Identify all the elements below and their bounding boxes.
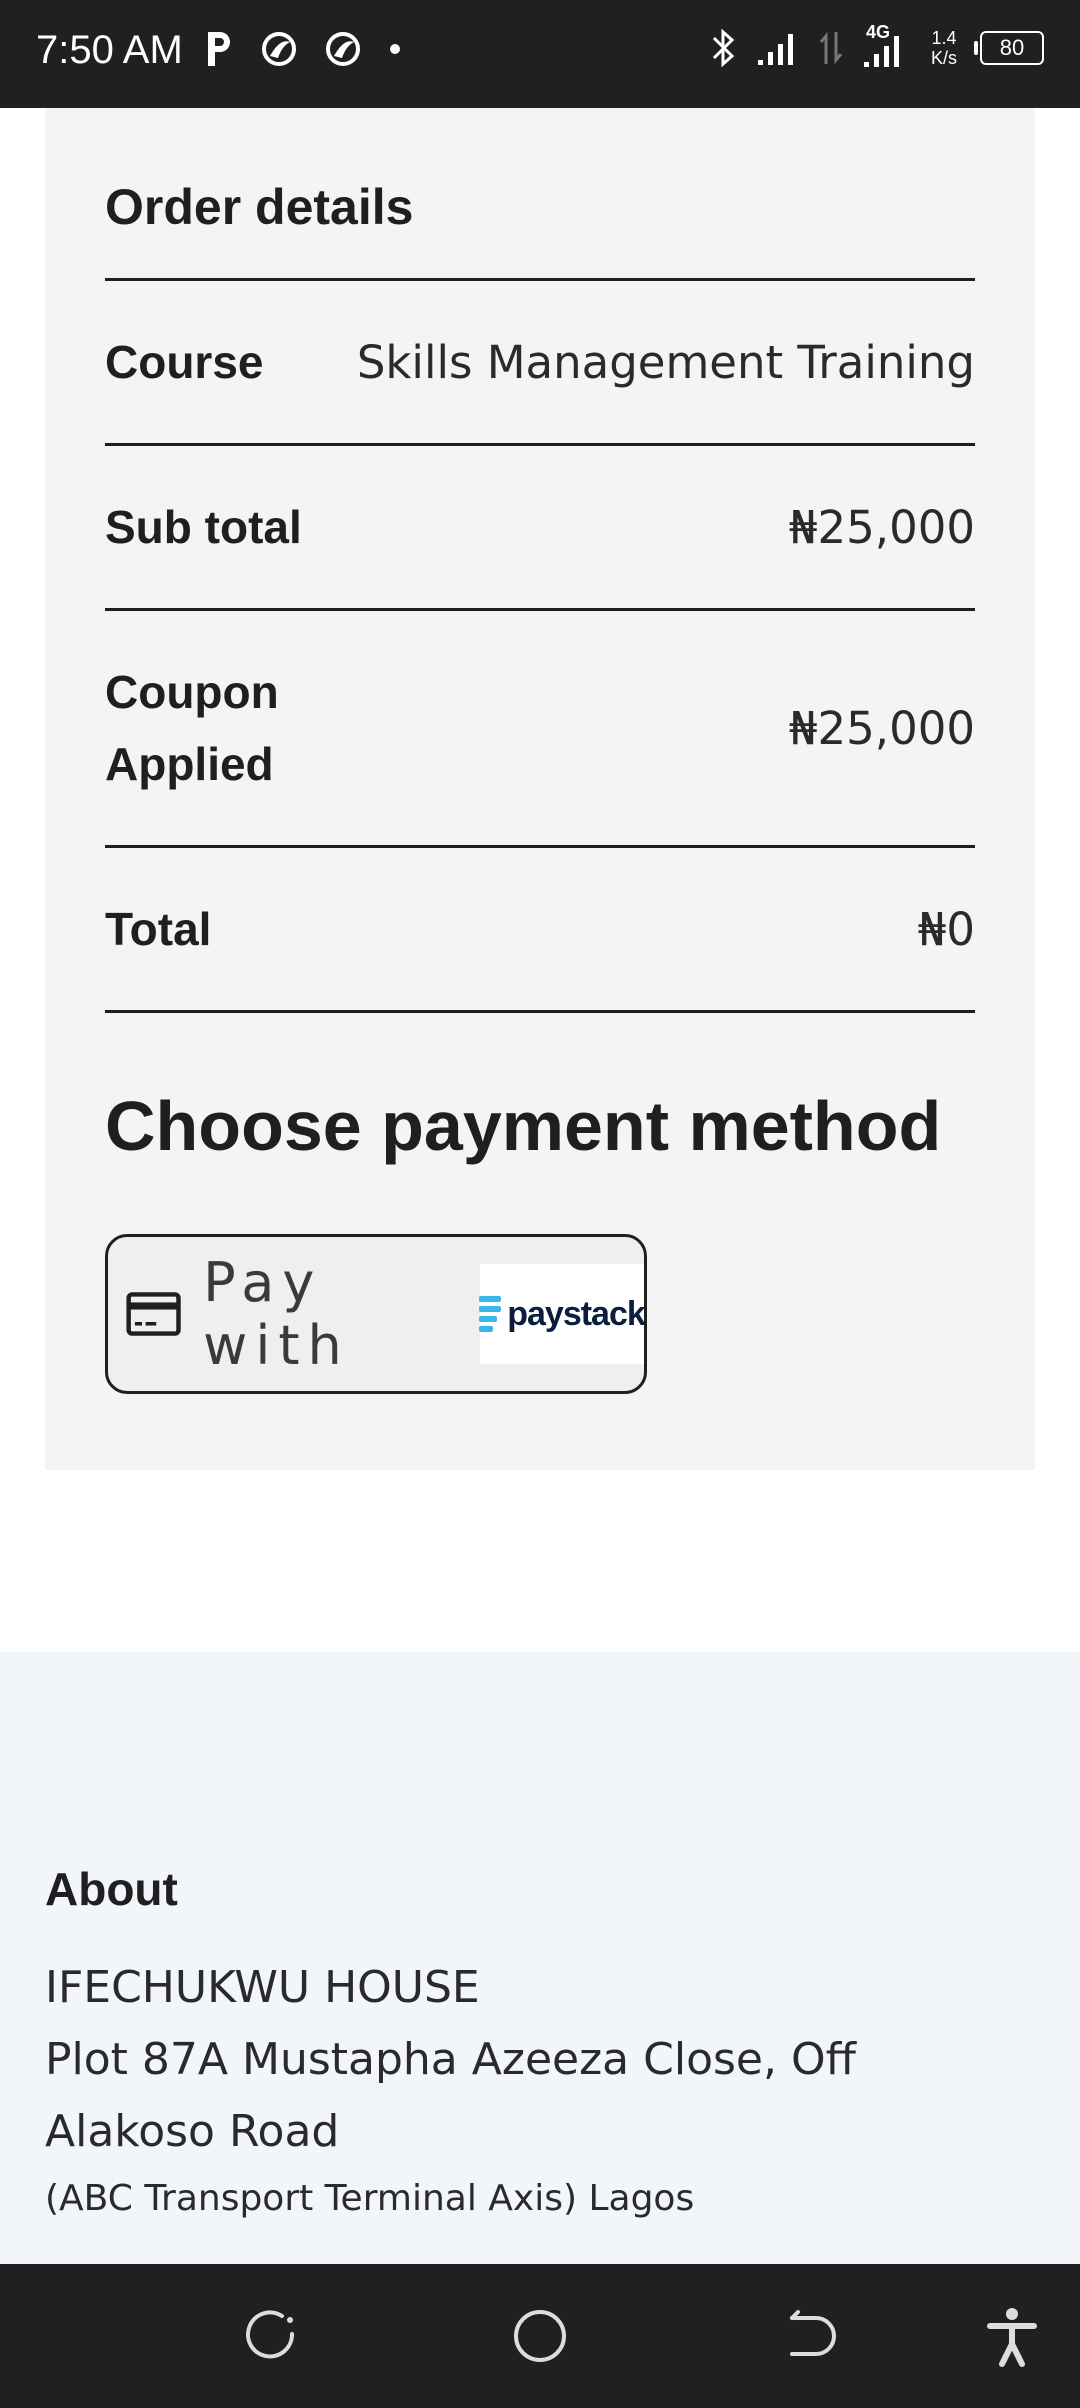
- net-speed-unit: K/s: [930, 48, 957, 68]
- order-details-title: Order details: [105, 179, 414, 235]
- address-line: IFECHUKWU HOUSE: [45, 1962, 480, 2013]
- paystack-logo-text: paystack: [507, 1294, 646, 1333]
- address-line: Plot 87A Mustapha Azeeza Close, Off Alak…: [45, 2034, 856, 2157]
- row-value: ₦25,000: [788, 500, 975, 554]
- status-time: 7:50 AM: [36, 28, 183, 72]
- battery-icon: 80: [974, 31, 1044, 65]
- order-row-subtotal: Sub total ₦25,000: [105, 443, 975, 608]
- payment-method-title: Choose payment method: [105, 1087, 942, 1165]
- credit-card-icon: [126, 1292, 181, 1336]
- system-navigation-bar: [0, 2264, 1080, 2408]
- order-details-card: Order details Course Skills Management T…: [45, 108, 1035, 1470]
- row-label: Course: [105, 336, 264, 388]
- address: IFECHUKWU HOUSE Plot 87A Mustapha Azeeza…: [45, 1952, 1035, 2168]
- network-type-label: 4G: [866, 22, 891, 42]
- net-speed-value: 1.4: [931, 28, 957, 48]
- row-label: Total: [105, 903, 212, 955]
- status-notification-icons: [204, 30, 402, 68]
- address-line-sub: (ABC Transport Terminal Axis) Lagos: [45, 2178, 695, 2219]
- battery-level: 80: [999, 35, 1025, 60]
- status-system-icons: 4G 1.4 K/s 80: [710, 22, 1044, 68]
- order-details-table: Course Skills Management Training Sub to…: [105, 278, 975, 1013]
- recents-icon[interactable]: [238, 2304, 302, 2368]
- order-row-total: Total ₦0: [105, 845, 975, 1013]
- row-value: ₦25,000: [788, 701, 975, 755]
- about-title: About: [45, 1863, 178, 1915]
- order-row-coupon: Coupon Applied ₦25,000: [105, 608, 975, 845]
- back-icon[interactable]: [778, 2304, 842, 2368]
- row-value: Skills Management Training: [356, 335, 975, 389]
- row-value: ₦0: [917, 902, 975, 956]
- home-icon[interactable]: [508, 2304, 572, 2368]
- pay-with-paystack-button[interactable]: Pay with paystack: [105, 1234, 647, 1394]
- status-bar: 7:50 AM 4G 1.4 K/s 80: [0, 0, 1080, 108]
- dot-icon: [390, 44, 400, 54]
- data-arrows-icon: [819, 31, 843, 65]
- accessibility-icon[interactable]: [980, 2304, 1044, 2368]
- order-row-course: Course Skills Management Training: [105, 278, 975, 443]
- net-speed: 1.4 K/s: [926, 28, 962, 68]
- bird-icon: [262, 32, 296, 66]
- paystack-logo: paystack: [479, 1264, 646, 1364]
- pay-button-label: Pay with: [203, 1251, 350, 1377]
- signal-icon: [758, 34, 793, 65]
- signal-4g-icon: 4G: [862, 22, 908, 68]
- row-label: Sub total: [105, 501, 302, 553]
- parking-icon: [208, 32, 230, 66]
- bird-icon: [326, 32, 360, 66]
- row-label: Coupon Applied: [105, 666, 279, 790]
- paystack-bars-icon: [479, 1296, 502, 1332]
- footer: About IFECHUKWU HOUSE Plot 87A Mustapha …: [0, 1652, 1080, 2264]
- bluetooth-icon: [712, 28, 735, 68]
